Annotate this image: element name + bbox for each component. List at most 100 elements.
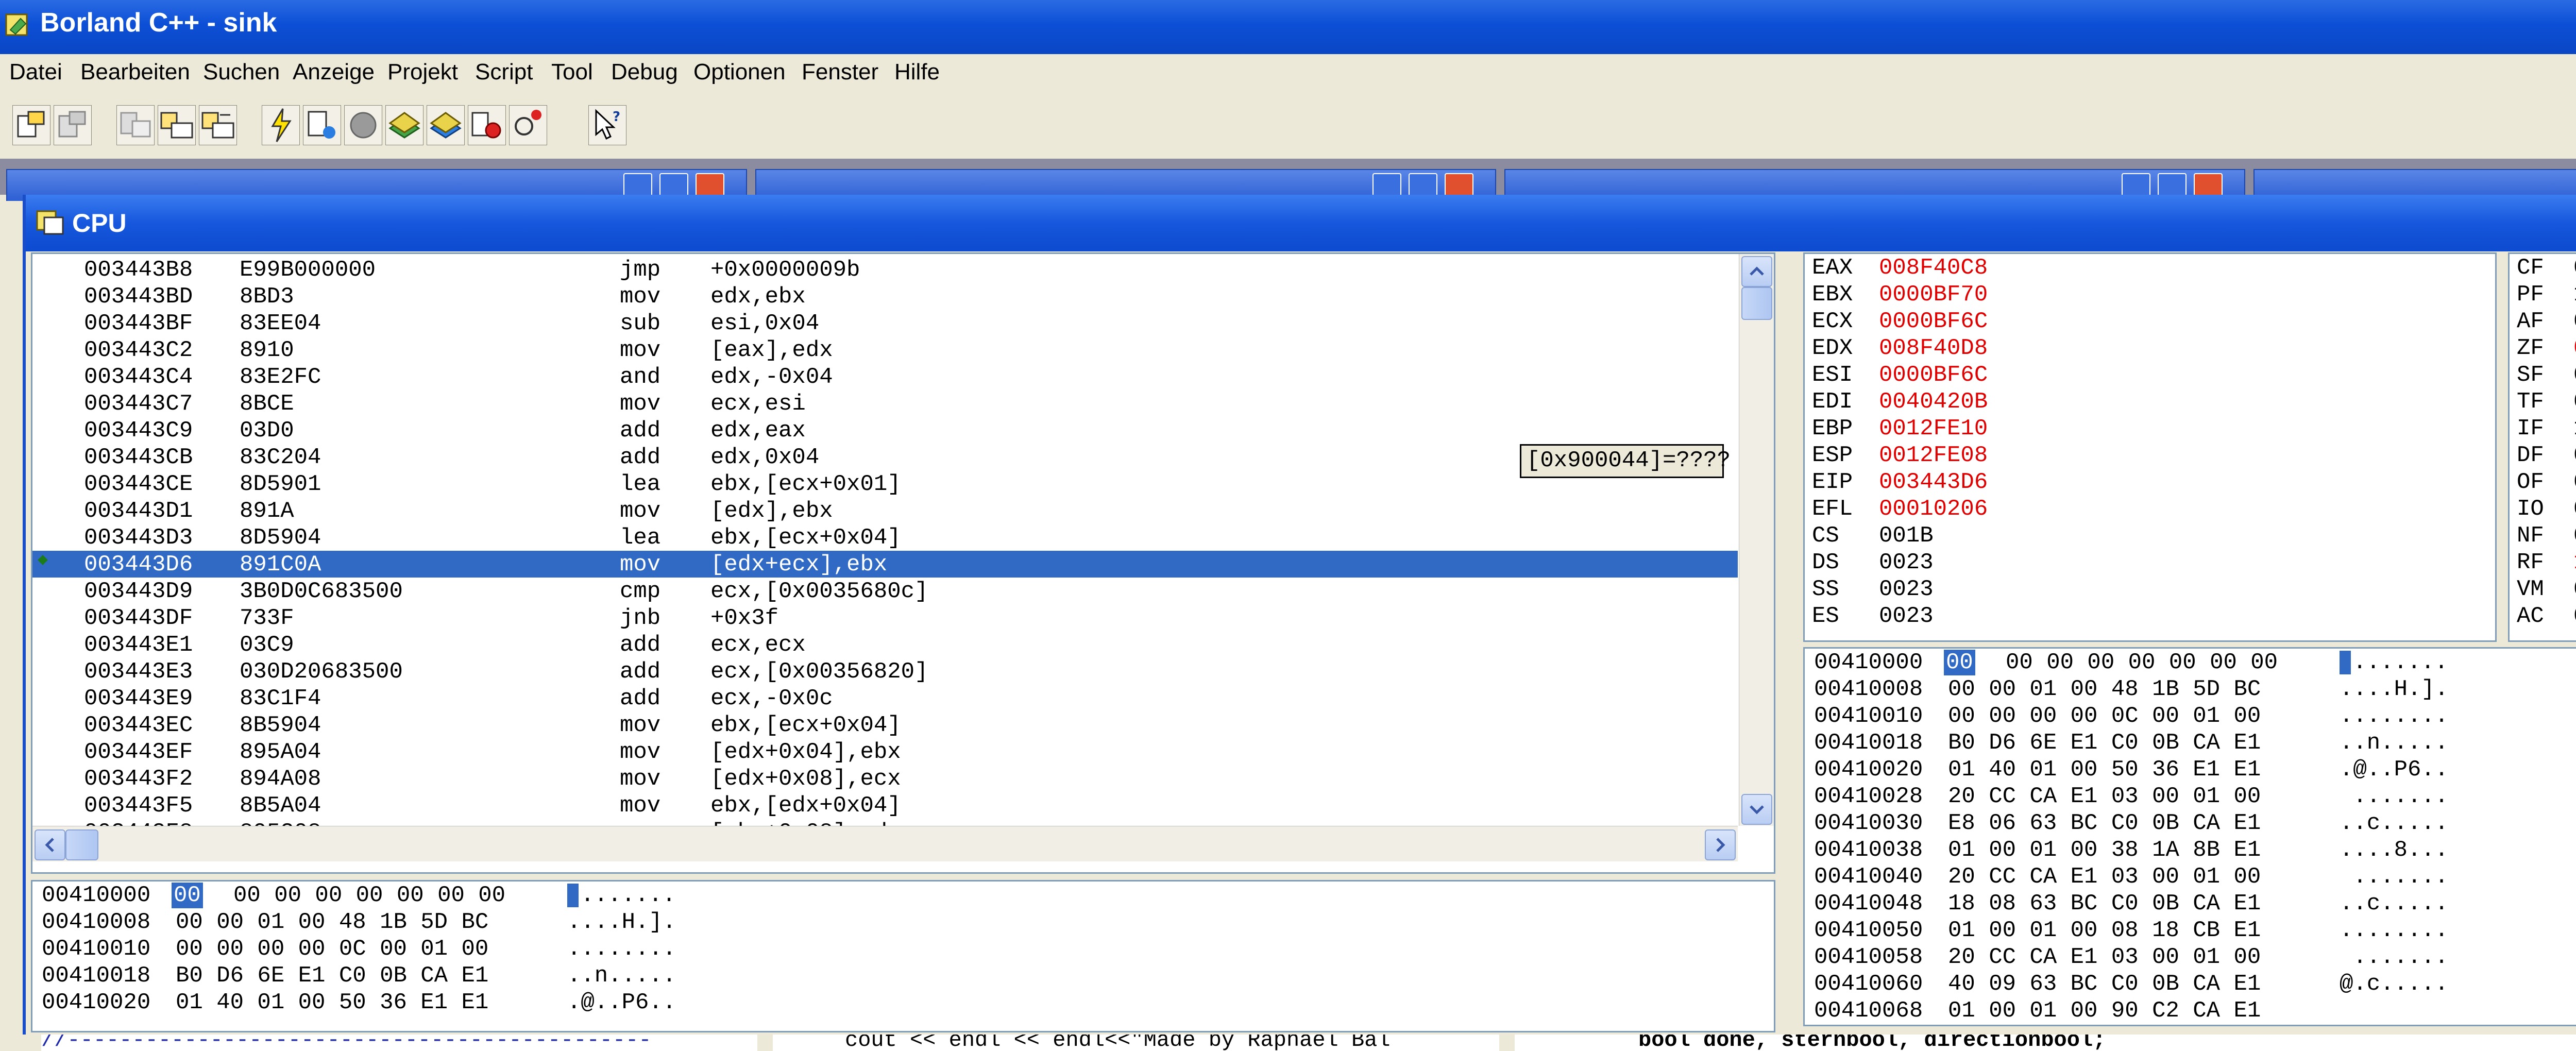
- flag-row[interactable]: ZF 0: [2517, 335, 2576, 362]
- disasm-row[interactable]: 003443BF 83EE04 sub esi,0x04: [32, 310, 1738, 336]
- register-row[interactable]: EAX 008F40C8: [1812, 255, 2482, 282]
- disasm-row[interactable]: 003443D1 891A mov [edx],ebx: [32, 497, 1738, 524]
- horizontal-scroll-thumb[interactable]: [65, 829, 98, 860]
- register-value[interactable]: 00010206: [1879, 496, 1988, 522]
- disasm-row[interactable]: 003443C4 83E2FC and edx,-0x04: [32, 363, 1738, 390]
- dump-selected-byte[interactable]: 00: [1944, 650, 1975, 675]
- dump-bytes[interactable]: 00 00 00 00 0C 00 01 00: [1948, 703, 2261, 729]
- menu-optionen[interactable]: Optionen: [693, 59, 786, 85]
- register-value[interactable]: 008F40D8: [1879, 335, 1988, 361]
- menu-anzeige[interactable]: Anzeige: [293, 59, 375, 85]
- scroll-down-icon[interactable]: [1741, 794, 1772, 825]
- dump-row[interactable]: 00410018 B0 D6 6E E1 C0 0B CA E1 ..n.....: [1814, 730, 2576, 757]
- dump-row[interactable]: 00410008 00 00 01 00 48 1B 5D BC ....H.].: [1814, 676, 2576, 703]
- flag-value[interactable]: 1: [2573, 416, 2576, 442]
- flag-value[interactable]: 1: [2573, 282, 2576, 308]
- dump-row[interactable]: 00410060 40 09 63 BC C0 0B CA E1 @.c.....: [1814, 971, 2576, 998]
- close-project-icon[interactable]: [54, 105, 92, 145]
- register-value[interactable]: 0012FE10: [1879, 416, 1988, 442]
- register-value[interactable]: 0000BF6C: [1879, 309, 1988, 334]
- flag-value[interactable]: 0: [2573, 577, 2576, 602]
- disasm-row[interactable]: 003443C7 8BCE mov ecx,esi: [32, 390, 1738, 417]
- register-row[interactable]: EIP 003443D6: [1812, 469, 2482, 496]
- flag-row[interactable]: OF 0: [2517, 469, 2576, 496]
- dump-row[interactable]: 00410020 01 40 01 00 50 36 E1 E1 .@..P6..: [42, 990, 815, 1016]
- load-icon[interactable]: [385, 105, 423, 145]
- flag-value[interactable]: 0: [2573, 523, 2576, 549]
- dump-bytes[interactable]: 20 CC CA E1 03 00 01 00: [1948, 944, 2261, 970]
- add-breakpoint-icon[interactable]: [468, 105, 506, 145]
- register-row[interactable]: ES 0023: [1812, 603, 2482, 630]
- dump-row[interactable]: 00410028 20 CC CA E1 03 00 01 00 .......: [1814, 784, 2576, 810]
- flag-row[interactable]: SF 0: [2517, 362, 2576, 389]
- flag-row[interactable]: IO 0: [2517, 496, 2576, 523]
- disasm-row[interactable]: 003443F5 8B5A04 mov ebx,[edx+0x04]: [32, 792, 1738, 819]
- memory-dump-pane-right[interactable]: 00410000 00 00 00 00 00 00 00 00....... 004…: [1803, 647, 2576, 1026]
- disasm-row[interactable]: 003443DF 733F jnb +0x3f: [32, 604, 1738, 631]
- dump-row[interactable]: 00410010 00 00 00 00 0C 00 01 00........: [42, 936, 815, 963]
- register-row[interactable]: EDI 0040420B: [1812, 389, 2482, 416]
- dump-bytes[interactable]: 00 00 00 00 00 00 00: [233, 883, 505, 908]
- dump-row[interactable]: 00410038 01 00 01 00 38 1A 8B E1 ....8...: [1814, 837, 2576, 864]
- run-icon[interactable]: [262, 105, 300, 145]
- dump-row[interactable]: 00410000 00 00 00 00 00 00 00 00.......: [42, 883, 815, 909]
- flag-value[interactable]: 0: [2573, 335, 2576, 361]
- minimize-icon[interactable]: [1372, 173, 1401, 198]
- app-title-bar[interactable]: Borland C++ - sink: [0, 0, 2576, 54]
- make-node-icon[interactable]: [116, 105, 155, 145]
- dump-bytes[interactable]: 00 00 01 00 48 1B 5D BC: [176, 909, 488, 935]
- register-row[interactable]: EBX 0000BF70: [1812, 282, 2482, 309]
- register-value[interactable]: 0040420B: [1879, 389, 1988, 415]
- flag-row[interactable]: AF 0: [2517, 309, 2576, 335]
- disasm-row[interactable]: 003443B8 E99B000000 jmp +0x0000009b: [32, 256, 1738, 283]
- dump-row[interactable]: 00410058 20 CC CA E1 03 00 01 00 .......: [1814, 944, 2576, 971]
- menu-projekt[interactable]: Projekt: [387, 59, 458, 85]
- flag-row[interactable]: RF 1: [2517, 550, 2576, 577]
- disassembly-horizontal-scrollbar[interactable]: [32, 826, 1738, 861]
- disassembly-vertical-scrollbar[interactable]: [1739, 254, 1774, 826]
- memory-dump-pane-left[interactable]: 00410000 00 00 00 00 00 00 00 00....... 004…: [31, 880, 1775, 1032]
- dump-bytes[interactable]: 01 40 01 00 50 36 E1 E1: [1948, 757, 2261, 783]
- disasm-row[interactable]: 003443E1 03C9 add ecx,ecx: [32, 631, 1738, 658]
- dump-bytes[interactable]: 01 00 01 00 08 18 CB E1: [1948, 918, 2261, 943]
- disasm-row[interactable]: 003443EF 895A04 mov [edx+0x04],ebx: [32, 738, 1738, 765]
- register-row[interactable]: EFL 00010206: [1812, 496, 2482, 523]
- scroll-left-icon[interactable]: [35, 829, 65, 860]
- register-row[interactable]: SS 0023: [1812, 577, 2482, 603]
- flag-value[interactable]: 0: [2573, 469, 2576, 495]
- register-value[interactable]: 0000BF6C: [1879, 362, 1988, 388]
- dump-bytes[interactable]: 18 08 63 BC C0 0B CA E1: [1948, 891, 2261, 917]
- minimize-icon[interactable]: [623, 173, 652, 198]
- flag-row[interactable]: IF 1: [2517, 416, 2576, 443]
- flag-value[interactable]: 0: [2573, 389, 2576, 415]
- disasm-row[interactable]: 003443C9 03D0 add edx,eax: [32, 417, 1738, 444]
- menu-bearbeiten[interactable]: Bearbeiten: [80, 59, 190, 85]
- dump-bytes[interactable]: 01 00 01 00 90 C2 CA E1: [1948, 998, 2261, 1024]
- flag-row[interactable]: TF 0: [2517, 389, 2576, 416]
- build-node-icon[interactable]: [158, 105, 196, 145]
- dump-row[interactable]: 00410040 20 CC CA E1 03 00 01 00 .......: [1814, 864, 2576, 891]
- register-row[interactable]: DS 0023: [1812, 550, 2482, 577]
- vertical-scroll-thumb[interactable]: [1741, 287, 1772, 320]
- minimize-icon[interactable]: [2122, 173, 2150, 198]
- flag-value[interactable]: 0: [2573, 362, 2576, 388]
- disasm-row[interactable]: 003443CB 83C204 add edx,0x04: [32, 444, 1738, 470]
- flag-value[interactable]: 0: [2573, 603, 2576, 629]
- maximize-icon[interactable]: [1409, 173, 1437, 198]
- disasm-row[interactable]: 003443BD 8BD3 mov edx,ebx: [32, 283, 1738, 310]
- menu-suchen[interactable]: Suchen: [203, 59, 280, 85]
- step-over-icon[interactable]: [303, 105, 341, 145]
- dump-row[interactable]: 00410050 01 00 01 00 08 18 CB E1........: [1814, 918, 2576, 944]
- disasm-row-current[interactable]: 003443D6 891C0A mov [edx+ecx],ebx: [32, 551, 1738, 578]
- menu-debug[interactable]: Debug: [611, 59, 678, 85]
- register-row[interactable]: CS 001B: [1812, 523, 2482, 550]
- menu-script[interactable]: Script: [475, 59, 533, 85]
- flag-row[interactable]: DF 0: [2517, 443, 2576, 469]
- dump-row[interactable]: 00410048 18 08 63 BC C0 0B CA E1 ..c.....: [1814, 891, 2576, 918]
- dump-row[interactable]: 00410030 E8 06 63 BC C0 0B CA E1 ..c.....: [1814, 810, 2576, 837]
- dump-bytes[interactable]: B0 D6 6E E1 C0 0B CA E1: [176, 963, 488, 989]
- close-icon[interactable]: [2194, 173, 2223, 198]
- inspect-icon[interactable]: [509, 105, 547, 145]
- menu-hilfe[interactable]: Hilfe: [894, 59, 940, 85]
- register-value[interactable]: 0023: [1879, 577, 1934, 602]
